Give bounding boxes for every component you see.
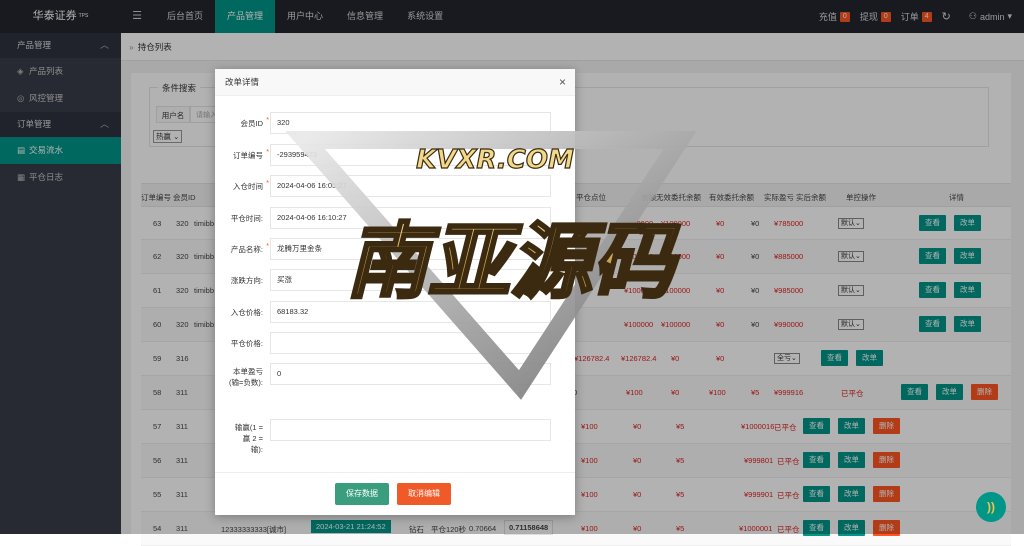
close-time-input[interactable]: 2024-04-06 16:10:27 xyxy=(270,207,551,229)
edit-order-dialog: 改单详情 × 会员ID 320 订单编号 -293959473 入仓时间 202… xyxy=(215,69,575,515)
field-label: 订单编号 xyxy=(233,146,269,161)
win-lose-input[interactable] xyxy=(270,419,551,441)
open-time-input[interactable]: 2024-04-06 16:05:27 xyxy=(270,175,551,197)
cancel-edit-button[interactable]: 取消编辑 xyxy=(397,483,451,505)
close-price-input[interactable] xyxy=(270,332,551,354)
dialog-footer: 保存数据 取消编辑 xyxy=(215,472,575,515)
support-fab-icon[interactable]: )) xyxy=(976,492,1006,522)
field-label: 产品名称: xyxy=(231,240,269,255)
close-icon[interactable]: × xyxy=(559,69,566,96)
profit-input[interactable]: 0 xyxy=(270,363,551,385)
save-button[interactable]: 保存数据 xyxy=(335,483,389,505)
field-label: 输赢(1 = 赢 2 = 输): xyxy=(234,423,263,454)
member-id-input[interactable]: 320 xyxy=(270,112,551,134)
field-label: 入仓价格: xyxy=(230,308,263,317)
direction-input[interactable]: 买涨 xyxy=(270,269,551,291)
dialog-title: 改单详情 xyxy=(225,77,260,87)
field-label: 涨跌方向: xyxy=(230,276,263,285)
order-no-input[interactable]: -293959473 xyxy=(270,144,551,166)
field-label: 本单盈亏(输=负数): xyxy=(229,367,263,387)
field-label: 平仓时间: xyxy=(230,214,263,223)
field-label: 会员ID xyxy=(241,114,269,129)
field-label: 入仓时间 xyxy=(233,177,269,192)
field-label: 平仓价格: xyxy=(230,339,263,348)
open-price-input[interactable]: 68183.32 xyxy=(270,301,551,323)
dialog-header: 改单详情 × xyxy=(215,69,575,96)
product-name-input[interactable]: 龙腾万里金条 xyxy=(270,238,551,260)
